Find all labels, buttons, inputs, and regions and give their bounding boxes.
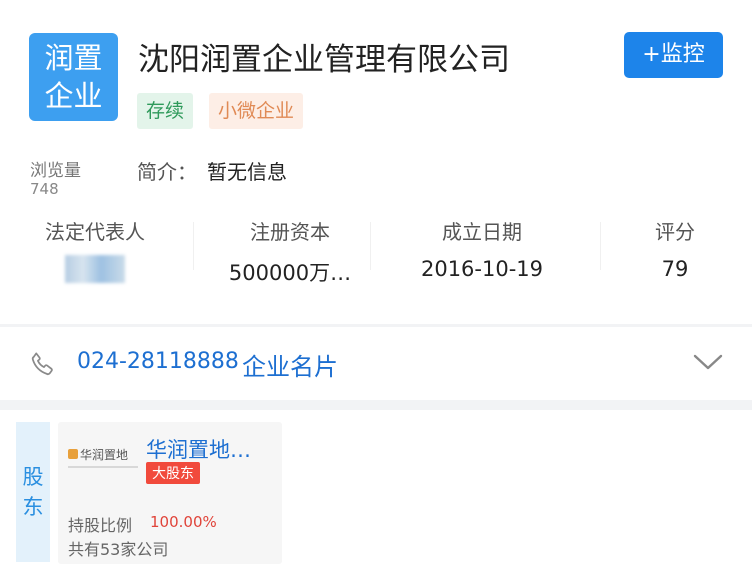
chevron-down-icon[interactable]	[692, 351, 724, 373]
date-value: 2016-10-19	[420, 257, 544, 281]
shareholder-tab-label-1: 股	[22, 465, 44, 489]
views-label: 浏览量	[30, 161, 81, 181]
ratio-value: 100.00%	[150, 513, 217, 531]
phone-icon[interactable]	[28, 349, 58, 379]
company-header-card: 润置 企业 沈阳润置企业管理有限公司 存续 小微企业 +监控 浏览量 748 简…	[0, 0, 752, 324]
contact-bar: 024-28118888 企业名片	[0, 327, 752, 400]
logo-text-line2: 企业	[44, 79, 103, 113]
views-count: 748	[30, 180, 59, 198]
stat-capital: 注册资本 500000万…	[222, 216, 358, 287]
legal-rep-label: 法定代表人	[45, 220, 145, 244]
logo-tagline-bar	[68, 466, 138, 468]
company-name: 沈阳润置企业管理有限公司	[138, 42, 510, 78]
logo-text-line1: 润置	[44, 41, 103, 75]
company-count: 共有53家公司	[68, 540, 169, 559]
status-tag: 存续	[137, 93, 194, 129]
stat-date: 成立日期 2016-10-19	[418, 216, 546, 281]
stat-legal-rep[interactable]: 法定代表人	[38, 216, 152, 287]
shareholder-tab[interactable]: 股 东	[16, 422, 50, 562]
capital-value: 500000万…	[228, 261, 352, 285]
monitor-button[interactable]: +监控	[624, 32, 723, 78]
scale-tag: 小微企业	[209, 93, 304, 129]
stat-score[interactable]: 评分 79	[640, 216, 710, 281]
date-label: 成立日期	[442, 220, 522, 244]
stat-divider	[600, 222, 601, 270]
shareholder-section: 股 东 华润置地 华润置地… 大股东 持股比例 100.00% 共有53家公司	[0, 410, 752, 564]
shareholder-name[interactable]: 华润置地…	[146, 434, 251, 464]
business-card-link[interactable]: 企业名片	[242, 347, 338, 382]
shareholder-logo: 华润置地	[68, 448, 140, 478]
major-shareholder-badge: 大股东	[146, 462, 200, 484]
phone-number-link[interactable]: 024-28118888	[77, 349, 239, 374]
stat-divider	[370, 222, 371, 270]
shareholder-card[interactable]: 华润置地 华润置地… 大股东 持股比例 100.00% 共有53家公司	[58, 422, 282, 564]
score-label: 评分	[655, 220, 695, 244]
intro-label: 简介：	[137, 160, 197, 184]
intro-value: 暂无信息	[207, 160, 287, 184]
legal-rep-blurred-name	[65, 255, 125, 283]
capital-label: 注册资本	[250, 220, 330, 244]
company-logo: 润置 企业	[29, 33, 118, 121]
score-value: 79	[661, 257, 689, 281]
ratio-label: 持股比例	[68, 516, 133, 535]
logo-mark-icon	[68, 449, 78, 459]
shareholder-logo-text: 华润置地	[80, 448, 129, 462]
shareholder-tab-label-2: 东	[22, 495, 44, 519]
stat-divider	[193, 222, 194, 270]
